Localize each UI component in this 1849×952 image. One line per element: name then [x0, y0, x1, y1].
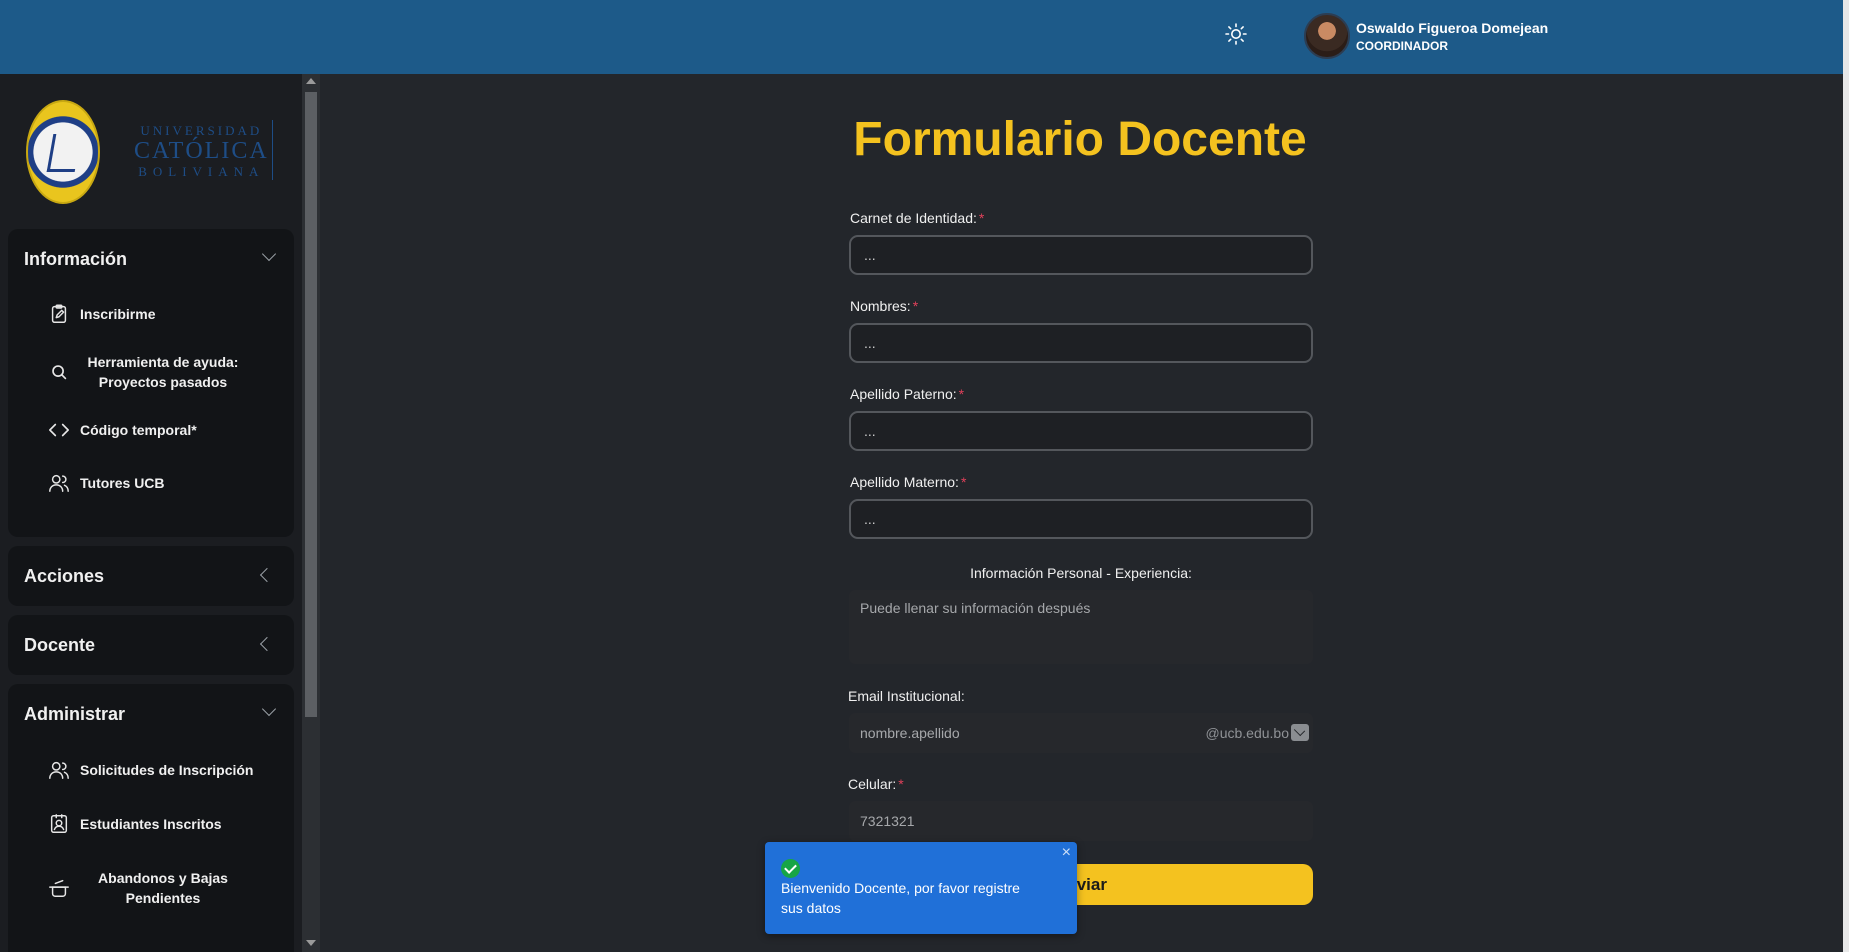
users-icon [49, 761, 69, 779]
sidebar-group-header-docente[interactable]: Docente [8, 615, 294, 675]
sidebar-item-solicitudes-inscripcion[interactable]: Solicitudes de Inscripción [48, 759, 253, 781]
email-field[interactable]: nombre.apellido @ucb.edu.bo [849, 713, 1313, 753]
input-placeholder: ... [864, 247, 876, 263]
nombres-input[interactable]: ... [849, 323, 1313, 363]
logo-line-2: CATÓLICA [134, 138, 269, 164]
group-title: Docente [24, 634, 96, 655]
experiencia-textarea[interactable]: Puede llenar su información después [849, 590, 1313, 664]
sidebar-item-estudiantes-inscritos[interactable]: Estudiantes Inscritos [48, 813, 222, 835]
user-menu[interactable]: Oswaldo Figueroa Domejean COORDINADOR [1304, 13, 1548, 59]
sidebar-item-label: Solicitudes de Inscripción [80, 762, 254, 778]
sidebar-item-tutores-ucb[interactable]: Tutores UCB [48, 472, 165, 494]
top-bar: Oswaldo Figueroa Domejean COORDINADOR [0, 0, 1843, 74]
required-mark: * [912, 298, 919, 314]
sun-icon[interactable] [1224, 22, 1248, 46]
sidebar-group-acciones: Acciones [8, 546, 294, 606]
apellido-materno-input[interactable]: ... [849, 499, 1313, 539]
page-title: Formulario Docente [853, 113, 1307, 166]
sidebar-item-abandonos-bajas[interactable]: Abandonos y Bajas Pendientes [48, 868, 248, 908]
group-title: Administrar [24, 703, 126, 724]
field-label-email: Email Institucional: [848, 688, 965, 704]
input-placeholder: ... [864, 511, 876, 527]
sidebar-group-header-acciones[interactable]: Acciones [8, 546, 294, 606]
sidebar-item-label: Herramienta de ayuda: Proyectos pasados [87, 354, 239, 390]
cooking-pot-icon [49, 879, 69, 897]
sidebar-item-herramienta-ayuda[interactable]: Herramienta de ayuda: Proyectos pasados [48, 352, 248, 392]
sidebar-scrollbar-thumb[interactable] [305, 92, 317, 717]
label-text: Carnet de Identidad: [850, 210, 977, 226]
clipboard-edit-icon [51, 304, 67, 323]
users-icon [49, 474, 69, 492]
label-text: Nombres: [850, 298, 911, 314]
label-text: Apellido Materno: [850, 474, 959, 490]
required-mark: * [978, 210, 985, 226]
sidebar-group-header-informacion[interactable]: Información [8, 229, 294, 289]
close-icon[interactable]: × [1062, 844, 1071, 862]
sidebar: UNIVERSIDAD CATÓLICA BOLIVIANA Informaci… [0, 74, 302, 952]
email-domain-suffix: @ucb.edu.bo [1205, 725, 1290, 741]
group-title: Acciones [24, 565, 105, 586]
email-placeholder: nombre.apellido [860, 725, 960, 741]
sidebar-item-label: Inscribirme [80, 306, 156, 322]
sidebar-item-codigo-temporal[interactable]: Código temporal* [48, 419, 197, 441]
search-icon [52, 365, 67, 380]
university-seal-icon [26, 100, 100, 204]
id-badge-icon [50, 814, 68, 833]
check-circle-icon [781, 859, 800, 878]
label-text: Celular: [848, 776, 897, 792]
label-text: Apellido Paterno: [850, 386, 957, 402]
field-label-apellido-materno: Apellido Materno: * [850, 474, 966, 490]
user-role: COORDINADOR [1356, 38, 1448, 53]
chevron-left-icon [259, 636, 275, 652]
sidebar-group-header-administrar[interactable]: Administrar [8, 684, 294, 744]
university-logo: UNIVERSIDAD CATÓLICA BOLIVIANA [26, 100, 276, 204]
chevron-down-icon [261, 701, 277, 717]
field-label-nombres: Nombres: * [850, 298, 918, 314]
avatar[interactable] [1304, 13, 1350, 59]
chevron-left-icon [259, 567, 275, 583]
sidebar-item-label: Tutores UCB [80, 475, 165, 491]
field-label-carnet: Carnet de Identidad: * [850, 210, 984, 226]
toast-notification: × Bienvenido Docente, por favor registre… [765, 842, 1077, 934]
required-mark: * [898, 776, 904, 792]
celular-value: 7321321 [860, 813, 915, 829]
input-placeholder: ... [864, 335, 876, 351]
textarea-placeholder: Puede llenar su información después [860, 600, 1091, 616]
required-mark: * [958, 386, 965, 402]
carnet-input[interactable]: ... [849, 235, 1313, 275]
logo-divider [272, 120, 273, 180]
sidebar-item-inscribirme[interactable]: Inscribirme [48, 303, 155, 325]
scroll-up-icon[interactable] [306, 78, 316, 84]
scroll-down-icon[interactable] [306, 940, 316, 946]
sidebar-group-informacion: Información Inscribirme Herramienta de a… [8, 229, 294, 537]
apellido-paterno-input[interactable]: ... [849, 411, 1313, 451]
toast-message: Bienvenido Docente, por favor registre s… [781, 880, 1020, 916]
sidebar-group-docente: Docente [8, 615, 294, 675]
chevron-down-icon [261, 246, 277, 262]
sidebar-item-label: Código temporal* [80, 422, 197, 438]
required-mark: * [960, 474, 967, 490]
input-placeholder: ... [864, 423, 876, 439]
field-label-apellido-paterno: Apellido Paterno: * [850, 386, 964, 402]
logo-line-3: BOLIVIANA [138, 164, 265, 179]
sidebar-group-administrar: Administrar Solicitudes de Inscripción E… [8, 684, 294, 952]
field-label-celular: Celular: * [848, 776, 904, 792]
logo-line-1: UNIVERSIDAD [140, 123, 263, 138]
sidebar-item-label: Estudiantes Inscritos [80, 816, 222, 832]
code-icon [49, 423, 69, 437]
logo-text: UNIVERSIDAD CATÓLICA BOLIVIANA [134, 124, 269, 178]
user-name: Oswaldo Figueroa Domejean [1356, 19, 1549, 36]
field-label-experiencia: Información Personal - Experiencia: [970, 565, 1192, 581]
group-title: Información [24, 248, 128, 269]
page-scrollbar[interactable] [1843, 0, 1849, 952]
mail-icon [1291, 724, 1309, 741]
celular-input[interactable]: 7321321 [849, 801, 1313, 841]
sidebar-item-label: Abandonos y Bajas Pendientes [98, 870, 228, 906]
